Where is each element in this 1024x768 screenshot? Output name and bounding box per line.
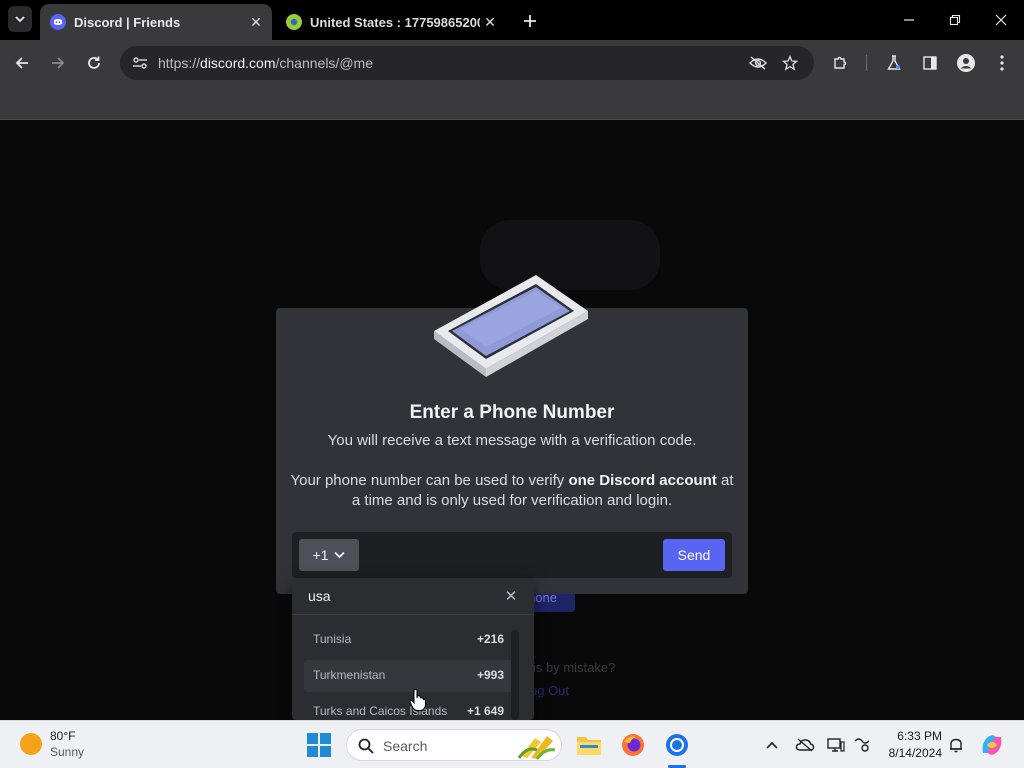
modal-subtitle: You will receive a text message with a v…	[327, 432, 697, 449]
firefox-icon[interactable]	[619, 731, 647, 759]
country-search-input[interactable]: usa	[308, 588, 331, 604]
dropdown-scrollbar[interactable]	[511, 630, 519, 720]
weather-condition[interactable]: Sunny	[50, 745, 84, 759]
background-text: is by mistake?	[533, 660, 616, 675]
puzzle-icon	[834, 56, 847, 69]
more-vertical-icon	[1000, 55, 1004, 71]
restore-button[interactable]	[941, 8, 969, 32]
modal-note: Your phone number can be used to verify …	[290, 472, 734, 509]
country-name: Tunisia	[313, 632, 352, 646]
flask-icon	[887, 55, 901, 70]
windows-start-icon[interactable]	[306, 732, 332, 758]
side-panel-icon	[923, 56, 937, 70]
tab-title: Discord | Friends	[74, 14, 181, 30]
close-window-button[interactable]	[987, 8, 1015, 32]
background-link: og Out	[530, 683, 570, 698]
country-code: +216	[476, 632, 504, 646]
chevron-down-icon	[15, 16, 25, 23]
clock-date[interactable]: 8/14/2024	[884, 746, 942, 760]
labs-button[interactable]	[881, 50, 907, 76]
forward-button[interactable]	[45, 50, 71, 76]
clock-time[interactable]: 6:33 PM	[896, 729, 942, 743]
copilot-icon[interactable]	[978, 731, 1006, 759]
browser-tab-bar: Discord | Friends ✕ United States : 1775…	[0, 0, 1024, 40]
country-search: usa ✕	[292, 578, 534, 615]
new-tab-button[interactable]	[518, 9, 542, 33]
toolbar-divider	[866, 55, 867, 71]
phone-input-row: +1 Send	[292, 532, 732, 578]
chevron-up-icon[interactable]	[762, 735, 782, 755]
modal-title: Enter a Phone Number	[409, 402, 615, 423]
extensions-button[interactable]	[827, 50, 853, 76]
site-info-icon[interactable]	[128, 51, 152, 75]
reload-icon	[88, 56, 100, 69]
chevron-down-icon	[334, 551, 346, 559]
close-icon	[995, 14, 1007, 26]
country-name: Turkmenistan	[313, 668, 386, 682]
search-icon	[358, 738, 374, 754]
reload-button[interactable]	[81, 50, 107, 76]
tab-discord[interactable]: Discord | Friends ✕	[40, 4, 272, 40]
phone-verification-modal: Enter a Phone Number You will receive a …	[276, 275, 748, 594]
sun-icon[interactable]	[20, 733, 42, 755]
arrow-left-icon	[15, 57, 28, 69]
weather-temperature[interactable]: 80°F	[50, 729, 75, 743]
country-name: Turks and Caicos Islands	[313, 704, 448, 718]
display-icon[interactable]	[826, 735, 846, 755]
browser-toolbar: https://discord.com/channels/@me	[0, 40, 1024, 86]
country-code-value: +1	[312, 547, 329, 563]
tab-search-button[interactable]	[8, 6, 32, 32]
taskbar-search[interactable]: Search	[346, 729, 562, 761]
search-placeholder: Search	[383, 738, 428, 754]
chrome-icon[interactable]	[663, 731, 691, 759]
country-option[interactable]: Tunisia +216	[304, 624, 514, 656]
tab-title: United States : 17759865200 | R	[310, 14, 480, 30]
settings-tray-icon[interactable]	[852, 735, 872, 755]
country-code-select[interactable]: +1	[299, 539, 359, 571]
plus-icon	[524, 15, 536, 27]
receive-sms-icon	[286, 14, 302, 30]
country-code: +1 649	[466, 704, 504, 718]
avatar-icon	[957, 54, 975, 72]
file-explorer-icon[interactable]	[575, 731, 603, 759]
country-code: +993	[476, 668, 504, 682]
address-bar[interactable]: https://discord.com/channels/@me	[120, 46, 814, 80]
cloud-off-icon[interactable]	[795, 735, 815, 755]
close-icon[interactable]: ✕	[246, 12, 266, 32]
profile-button[interactable]	[953, 50, 979, 76]
close-icon[interactable]: ✕	[480, 12, 500, 32]
url-text: https://discord.com/channels/@me	[158, 55, 373, 71]
discord-icon	[50, 14, 66, 30]
notification-bell-icon[interactable]	[946, 735, 966, 755]
restore-icon	[949, 14, 961, 26]
arrow-right-icon	[52, 57, 65, 69]
minimize-button[interactable]	[895, 8, 923, 32]
eye-off-icon[interactable]	[746, 51, 770, 75]
phone-number-input[interactable]	[364, 532, 658, 578]
star-icon[interactable]	[778, 51, 802, 75]
windows-taskbar: 80°F Sunny Search 6:33 PM 8/14/2024	[0, 720, 1024, 768]
tab-receive-sms[interactable]: United States : 17759865200 | R ✕	[278, 4, 506, 40]
close-icon[interactable]: ✕	[500, 585, 522, 607]
menu-button[interactable]	[989, 50, 1015, 76]
send-button[interactable]: Send	[663, 539, 725, 571]
bookmarks-bar	[0, 86, 1024, 120]
hand-cursor-icon	[409, 688, 426, 711]
phone-illustration	[434, 275, 588, 377]
side-panel-button[interactable]	[917, 50, 943, 76]
back-button[interactable]	[9, 50, 35, 76]
minimize-icon	[904, 19, 914, 21]
corn-icon	[517, 736, 556, 760]
screen: Discord | Friends ✕ United States : 1775…	[0, 0, 1024, 768]
